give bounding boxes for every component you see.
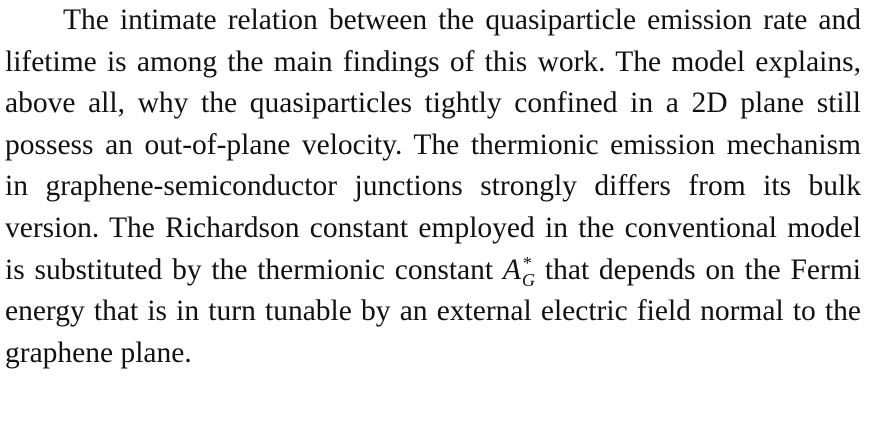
math-base: A <box>502 253 521 286</box>
body-paragraph: The intimate relation between the quasip… <box>5 0 861 374</box>
thermionic-constant-symbol: A * G <box>502 253 535 290</box>
paragraph-text-part1: The intimate relation between the quasip… <box>5 4 861 286</box>
math-scripts: * G <box>521 254 536 291</box>
document-page: The intimate relation between the quasip… <box>0 0 882 428</box>
math-subscript: G <box>521 270 536 291</box>
